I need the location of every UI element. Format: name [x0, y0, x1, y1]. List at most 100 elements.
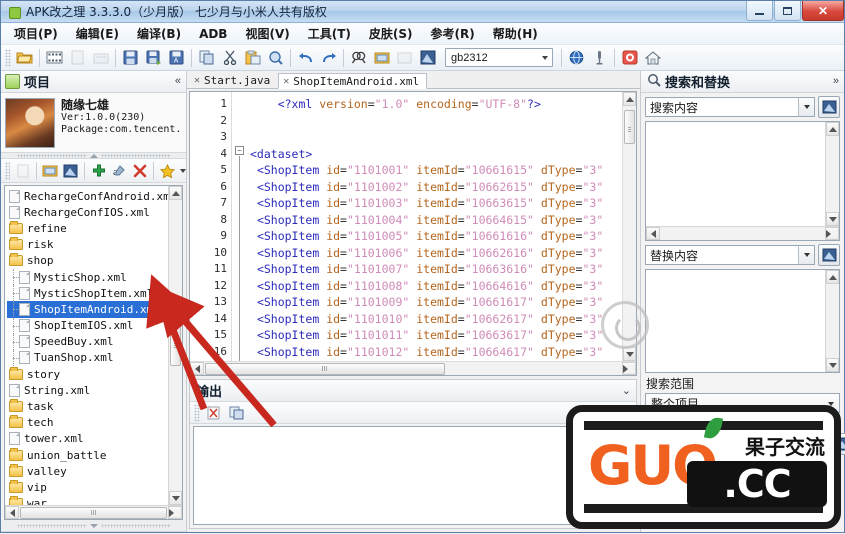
- tree-item[interactable]: ShopItemIOS.xml: [7, 318, 182, 334]
- open-project-icon[interactable]: [14, 47, 35, 68]
- editor-scroll-thumb[interactable]: [624, 110, 635, 144]
- clear-output-icon[interactable]: [203, 402, 224, 423]
- decompile-icon[interactable]: [44, 47, 65, 68]
- expand-right-panel-button[interactable]: »: [833, 75, 839, 87]
- maximize-button[interactable]: [774, 1, 801, 21]
- search-icon[interactable]: [348, 47, 369, 68]
- menu-help[interactable]: 帮助(H): [484, 22, 547, 45]
- tab-start-java[interactable]: ✕ Start.java: [189, 72, 278, 88]
- output-toolbar-grip[interactable]: [194, 404, 200, 422]
- usb-icon[interactable]: [589, 47, 610, 68]
- code-content[interactable]: <?xml version="1.0" encoding="UTF-8"?> <…: [246, 92, 636, 375]
- delete-icon[interactable]: [131, 160, 150, 181]
- undo-icon[interactable]: [295, 47, 316, 68]
- scroll-down-button[interactable]: [826, 212, 839, 226]
- replace-input[interactable]: 替换内容: [645, 245, 815, 265]
- tree-item[interactable]: task: [7, 398, 182, 414]
- signature-icon[interactable]: [417, 47, 438, 68]
- output-content[interactable]: [193, 426, 633, 525]
- collapse-left-panel-button[interactable]: «: [175, 75, 181, 87]
- project-toolbar-grip[interactable]: [5, 162, 10, 180]
- tree-item[interactable]: refine: [7, 220, 182, 236]
- scroll-down-button[interactable]: [169, 491, 182, 505]
- replace-preview-area[interactable]: [645, 269, 840, 373]
- tree-item[interactable]: vip: [7, 479, 182, 495]
- tree-item[interactable]: risk: [7, 237, 182, 253]
- menu-reference[interactable]: 参考(R): [422, 22, 484, 45]
- find-replace-icon[interactable]: [265, 47, 286, 68]
- close-icon[interactable]: ✕: [283, 76, 289, 87]
- scroll-right-button[interactable]: [168, 506, 182, 519]
- tree-hscroll-thumb[interactable]: [20, 507, 167, 519]
- minimize-button[interactable]: [746, 1, 773, 21]
- editor-scroll-right-button[interactable]: [622, 362, 636, 375]
- encoding-combo[interactable]: gb2312: [445, 48, 553, 67]
- close-button[interactable]: ✕: [802, 1, 844, 21]
- globe-icon[interactable]: [566, 47, 587, 68]
- close-icon[interactable]: ✕: [194, 75, 200, 86]
- editor-hscroll-thumb[interactable]: [205, 363, 445, 375]
- code-fold-column[interactable]: −: [232, 92, 246, 375]
- home-icon[interactable]: [642, 47, 663, 68]
- copy-output-icon[interactable]: [226, 402, 247, 423]
- tree-item[interactable]: TuanShop.xml: [7, 350, 182, 366]
- new-file-icon[interactable]: [13, 160, 32, 181]
- search-results-hscrollbar[interactable]: [646, 226, 839, 240]
- filetypes-select[interactable]: .smali|.xml|.html|.htm|.txt: [645, 434, 831, 454]
- tree-item[interactable]: union_battle: [7, 447, 182, 463]
- search-history-dropdown[interactable]: [798, 98, 814, 116]
- search-go-button[interactable]: [818, 96, 840, 118]
- left-panel-bottom-splitter[interactable]: [1, 520, 186, 532]
- scroll-up-button[interactable]: [826, 122, 839, 136]
- weibo-icon[interactable]: [619, 47, 640, 68]
- tree-scroll-thumb[interactable]: [170, 326, 181, 366]
- menu-adb[interactable]: ADB: [190, 24, 236, 44]
- replace-history-dropdown[interactable]: [798, 246, 814, 264]
- save-icon[interactable]: [120, 47, 141, 68]
- refresh-icon[interactable]: [62, 160, 81, 181]
- copy-icon[interactable]: [196, 47, 217, 68]
- tree-item[interactable]: SpeedBuy.xml: [7, 334, 182, 350]
- open-folder-icon[interactable]: [41, 160, 60, 181]
- replace-go-button[interactable]: [818, 244, 840, 266]
- save-all-icon[interactable]: [143, 47, 164, 68]
- scroll-right-button[interactable]: [825, 227, 839, 240]
- tree-item[interactable]: MysticShop.xml: [7, 269, 182, 285]
- redo-icon[interactable]: [318, 47, 339, 68]
- menu-build[interactable]: 编译(B): [128, 22, 190, 45]
- collapse-output-panel-button[interactable]: ⌄: [622, 384, 631, 397]
- favorite-dropdown-icon[interactable]: [180, 169, 186, 173]
- paste-icon[interactable]: [242, 47, 263, 68]
- tree-item[interactable]: RechargeConfIOS.xml: [7, 204, 182, 220]
- code-editor[interactable]: 12345678910111213141516171819 − <?xml ve…: [189, 91, 637, 376]
- scope-select[interactable]: 整个项目: [645, 393, 840, 413]
- add-icon[interactable]: [89, 160, 108, 181]
- tree-item[interactable]: valley: [7, 463, 182, 479]
- tree-item[interactable]: story: [7, 366, 182, 382]
- tree-item[interactable]: MysticShopItem.xml: [7, 285, 182, 301]
- tree-horizontal-scrollbar[interactable]: [5, 505, 182, 519]
- search-input[interactable]: 搜索内容: [645, 97, 815, 117]
- fold-toggle-icon[interactable]: −: [235, 146, 244, 155]
- tree-item[interactable]: ShopItemAndroid.xml: [7, 301, 182, 317]
- menu-skin[interactable]: 皮肤(S): [360, 22, 422, 45]
- tree-item[interactable]: shop: [7, 253, 182, 269]
- editor-horizontal-scrollbar[interactable]: [190, 361, 636, 375]
- menu-project[interactable]: 项目(P): [5, 22, 67, 45]
- scroll-left-button[interactable]: [646, 227, 660, 240]
- package-icon[interactable]: [90, 47, 111, 68]
- search-results-area[interactable]: [645, 121, 840, 241]
- scroll-left-button[interactable]: [5, 506, 19, 519]
- toolbar-grip[interactable]: [5, 49, 11, 67]
- resource-icon[interactable]: [394, 47, 415, 68]
- replace-preview-vscrollbar[interactable]: [825, 270, 839, 372]
- editor-scroll-up-button[interactable]: [623, 92, 636, 106]
- menu-edit[interactable]: 编辑(E): [67, 22, 128, 45]
- editor-vertical-scrollbar[interactable]: [622, 92, 636, 361]
- tree-item[interactable]: tower.xml: [7, 431, 182, 447]
- tree-vertical-scrollbar[interactable]: [168, 186, 182, 505]
- menu-tools[interactable]: 工具(T): [299, 22, 360, 45]
- rename-icon[interactable]: a: [110, 160, 129, 181]
- tab-shopitemandroid-xml[interactable]: ✕ ShopItemAndroid.xml: [278, 73, 427, 89]
- tree-item[interactable]: tech: [7, 415, 182, 431]
